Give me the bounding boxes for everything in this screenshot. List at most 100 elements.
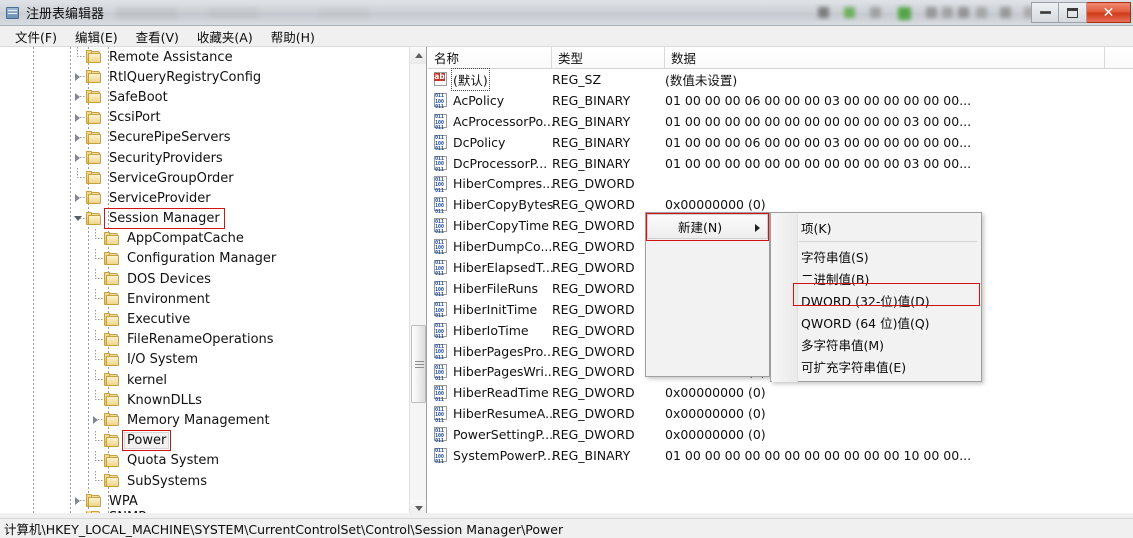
tree-item-environment[interactable]: Environment [0,289,407,309]
table-row[interactable]: ab (默认) REG_SZ (数值未设置) [428,67,1133,91]
collapse-arrow-icon[interactable] [72,209,86,229]
tree-item-serviceprovider[interactable]: ServiceProvider [0,188,407,208]
tree-item-kernel[interactable]: kernel [0,370,407,390]
value-name-cell: 011 100 011 HiberResumeA... [428,406,557,423]
folder-icon [104,332,120,347]
table-row[interactable]: 011 100 011 PowerSettingP... REG_DWORD 0x0000… [428,424,1133,445]
value-data: 0x00000000 (0) [665,385,766,401]
context-menu-new-label: 新建(N) [678,220,723,235]
tree-item-executive[interactable]: Executive [0,309,407,329]
folder-icon [86,90,102,104]
menu-view[interactable]: 查看(V) [127,25,188,48]
value-name: HiberDumpCo... [453,239,553,255]
expand-arrow-icon[interactable] [72,148,86,168]
tree-item-wpa[interactable]: WPA [0,491,407,511]
submenu-new-binary[interactable]: 二进制值(B) [771,267,981,289]
expand-arrow-icon[interactable] [72,108,86,128]
tree-item-memory-management[interactable]: Memory Management [0,410,407,430]
tree-item-securepipeservers[interactable]: SecurePipeServers [0,128,407,148]
expand-arrow-icon[interactable] [72,491,86,511]
table-row[interactable]: 011 100 011 DcProcessorP... REG_BINARY 01 00 … [428,153,1133,174]
tree-item-scsiport[interactable]: ScsiPort [0,108,407,128]
maximize-button[interactable] [1059,2,1087,23]
tree-item-configuration-manager[interactable]: Configuration Manager [0,248,407,269]
tree-item-subsystems[interactable]: SubSystems [0,471,407,491]
tree-item-label: Memory Management [127,412,270,428]
submenu-new-string-label: 字符串值(S) [801,249,869,265]
menu-edit[interactable]: 编辑(E) [66,25,127,48]
value-name-cell: 011 100 011 AcProcessorPo... [428,113,555,131]
scrollbar-thumb[interactable] [411,325,426,403]
expand-arrow-icon[interactable] [72,67,86,87]
tree-item-power[interactable]: Power [0,430,407,452]
tree-scrollbar[interactable] [409,47,426,517]
tree-item-label: FileRenameOperations [127,332,274,348]
tree-item-dos-devices[interactable]: DOS Devices [0,269,407,289]
column-header-data[interactable]: 数据 [665,47,1105,68]
table-row[interactable]: 011 100 011 HiberResumeA... REG_DWORD 0x00000… [428,403,1133,424]
submenu-new-multi-string[interactable]: 多字符串值(M) [771,333,981,355]
context-menu[interactable]: 新建(N) [645,212,770,377]
submenu-new-key[interactable]: 项(K) [771,216,981,238]
binary-value-icon: 011 100 011 [433,92,449,110]
scroll-up-button[interactable] [410,47,426,64]
tree-item-label: DOS Devices [127,271,211,287]
binary-value-icon: 011 100 011 [433,134,449,152]
tree-item-session-manager[interactable]: Session Manager [0,208,407,230]
new-submenu[interactable]: 项(K) 字符串值(S) 二进制值(B) DWORD (32-位)值(D) QWORD … [770,212,982,382]
value-type: REG_DWORD [552,427,635,443]
menu-help[interactable]: 帮助(H) [262,25,324,48]
minimize-button[interactable] [1031,2,1059,23]
tree-item-filerenameoperations[interactable]: FileRenameOperations [0,329,407,350]
registry-tree-pane[interactable]: Remote Assistance RtlQueryRegistryConfig S… [0,47,427,517]
table-row[interactable]: 011 100 011 HiberCompres... REG_DWORD [428,173,1133,194]
value-name: HiberCopyTime [453,218,549,234]
close-icon: ✕ [1102,4,1115,21]
column-header-name[interactable]: 名称 [428,47,552,68]
table-row[interactable]: 011 100 011 SystemPowerP... REG_BINARY 01 00 … [428,445,1133,466]
tree-item-remote-assistance[interactable]: Remote Assistance [0,47,407,67]
tree-connector [90,329,104,350]
table-row[interactable]: 011 100 011 AcPolicy REG_BINARY 01 00 00 00 0… [428,90,1133,111]
value-name: DcProcessorP... [453,155,548,171]
table-row[interactable]: 011 100 011 HiberReadTime REG_DWORD 0x0000000… [428,382,1133,403]
close-button[interactable]: ✕ [1087,2,1131,23]
value-name-cell: 011 100 011 HiberCopyBytes [428,197,553,214]
tree-item-servicegrouporder[interactable]: ServiceGroupOrder [0,168,407,188]
tree-item-securityproviders[interactable]: SecurityProviders [0,148,407,168]
value-data: 01 00 00 00 00 00 00 00 00 00 00 00 03 0… [665,113,972,129]
folder-icon [104,231,120,246]
value-name-cell: 011 100 011 HiberInitTime [428,301,552,319]
expand-arrow-icon[interactable] [72,188,86,208]
table-row[interactable]: 011 100 011 DcPolicy REG_BINARY 01 00 00 00 0… [428,132,1133,153]
folder-icon [86,171,102,185]
tree-item-label: Environment [127,291,211,307]
tree-item-rtlqueryregistryconfig[interactable]: RtlQueryRegistryConfig [0,67,407,87]
expand-arrow-icon[interactable] [90,410,104,430]
window-title: 注册表编辑器 [26,7,105,22]
value-name-cell: 011 100 011 PowerSettingP... [428,427,553,444]
tree-item-appcompatcache[interactable]: AppCompatCache [0,228,407,249]
submenu-new-qword[interactable]: QWORD (64 位)值(Q) [771,311,981,333]
submenu-new-expandable[interactable]: 可扩充字符串值(E) [771,355,981,377]
expand-arrow-icon[interactable] [72,128,86,148]
submenu-new-dword[interactable]: DWORD (32-位)值(D) [771,289,981,311]
submenu-new-string[interactable]: 字符串值(S) [771,245,981,267]
tree-item-quota-system[interactable]: Quota System [0,450,407,471]
tree-item-knowndlls[interactable]: KnownDLLs [0,390,407,410]
obscured-toolbar-icons [818,5,1043,21]
menu-favorites[interactable]: 收藏夹(A) [188,25,262,48]
tree-item-i-o-system[interactable]: I/O System [0,349,407,370]
binary-value-icon: 011 100 011 [433,385,449,402]
status-bar: 计算机\HKEY_LOCAL_MACHINE\SYSTEM\CurrentCon… [0,518,1133,538]
context-menu-new[interactable]: 新建(N) [647,214,768,239]
expand-arrow-icon[interactable] [72,87,86,107]
table-row[interactable]: 011 100 011 AcProcessorPo... REG_BINARY 01 00… [428,111,1133,132]
tree-item-label: Configuration Manager [127,251,277,267]
column-header-type[interactable]: 类型 [552,47,665,68]
value-data: 01 00 00 00 00 00 00 00 00 00 00 00 03 0… [665,155,972,171]
binary-value-icon: 011 100 011 [433,301,449,319]
menu-bar: 文件(F) 编辑(E) 查看(V) 收藏夹(A) 帮助(H) [0,26,1133,47]
tree-item-safeboot[interactable]: SafeBoot [0,87,407,107]
menu-file[interactable]: 文件(F) [6,25,66,48]
